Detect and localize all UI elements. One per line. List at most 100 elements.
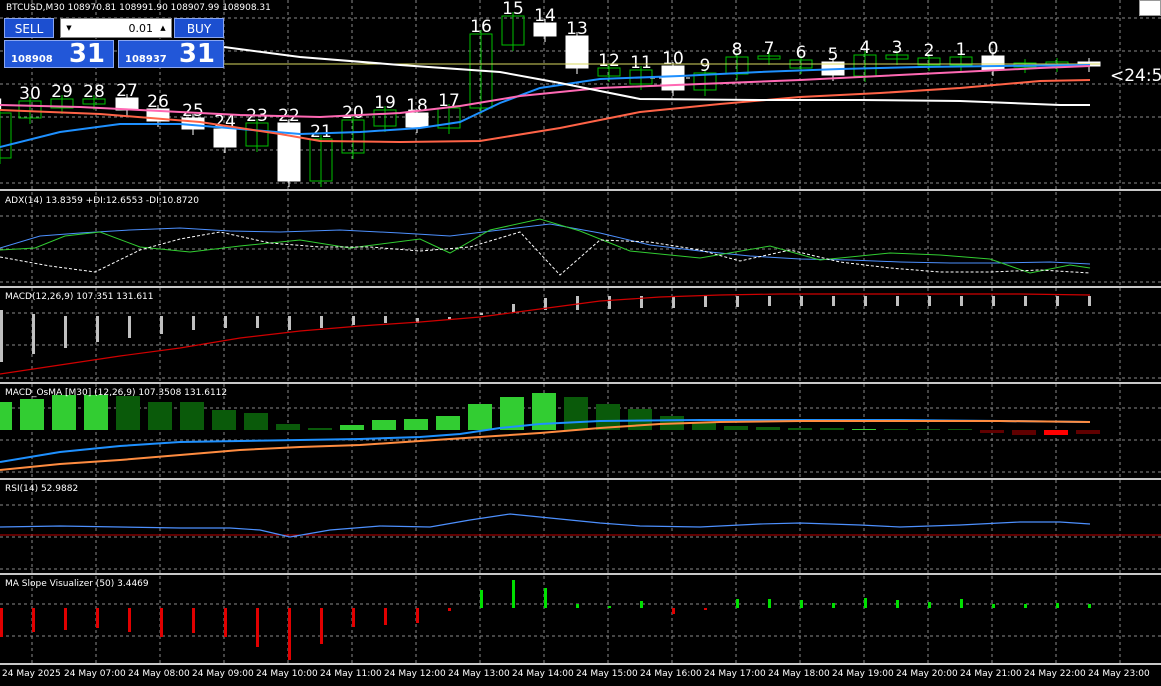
osma-histogram-bar (948, 429, 972, 430)
macd-histogram-bar (960, 296, 963, 306)
ma-slope-bar (384, 608, 387, 625)
ma-slope-bar (96, 608, 99, 628)
ma-slope-bar (1024, 604, 1027, 608)
time-axis-label: 24 May 13:00 (448, 669, 510, 679)
macd-histogram-bar (1056, 296, 1059, 306)
osma-histogram-bar (756, 427, 780, 430)
candle-countdown-label: 4 (860, 38, 871, 58)
macd-histogram-bar (32, 314, 35, 354)
time-axis-label: 24 May 23:00 (1088, 669, 1150, 679)
candle-countdown-label: 2 (924, 41, 935, 61)
time-axis-label: 24 May 21:00 (960, 669, 1022, 679)
di-minus-line (0, 231, 1091, 276)
ma-slope-bar (544, 588, 547, 608)
osma-histogram-bar (52, 395, 76, 430)
triangle-down-icon[interactable]: ▼ (62, 19, 76, 37)
buy-price-pips: 31 (178, 39, 215, 69)
osma-histogram-bar (1076, 430, 1100, 434)
candle-countdown-label: 10 (662, 49, 684, 69)
candle-countdown-label: 27 (116, 81, 138, 101)
ma-slope-bar (1088, 604, 1091, 608)
candle-countdown-label: 0 (988, 39, 999, 59)
ma-slope-bar (800, 600, 803, 608)
symbol-title: BTCUSD,M30 108970.81 108991.90 108907.99… (6, 3, 271, 13)
candle-countdown-label: 19 (374, 93, 396, 113)
osma-histogram-bar (84, 395, 108, 430)
time-axis-label: 24 May 14:00 (512, 669, 574, 679)
ma-slope-bar (128, 608, 131, 632)
time-axis-label: 24 May 18:00 (768, 669, 830, 679)
time-axis-label: 24 May 15:00 (576, 669, 638, 679)
time-axis-label: 24 May 11:00 (320, 669, 382, 679)
time-axis-label: 24 May 08:00 (128, 669, 190, 679)
ma-slope-bar (672, 608, 675, 614)
candle-countdown-label: 15 (502, 0, 524, 19)
osma-histogram-bar (564, 397, 588, 430)
time-axis-label: 24 May 10:00 (256, 669, 318, 679)
macd-histogram-bar (256, 316, 259, 328)
candle-countdown-label: 25 (182, 101, 204, 121)
ma-slope-bar (480, 590, 483, 608)
ma-slope-bar (992, 604, 995, 608)
time-axis-label: 24 May 20:00 (896, 669, 958, 679)
osma-histogram-bar (916, 429, 940, 430)
osma-histogram-bar (404, 419, 428, 430)
close-chart-button[interactable] (1139, 0, 1161, 16)
ma-slope-bar (608, 606, 611, 608)
macd-histogram-bar (224, 316, 227, 328)
time-axis-label: 24 May 07:00 (64, 669, 126, 679)
candle-countdown-label: 8 (732, 40, 743, 60)
osma-histogram-bar (308, 428, 332, 430)
sell-price-prefix: 108908 (11, 54, 53, 65)
osma-histogram-bar (1012, 430, 1036, 435)
macd-histogram-bar (832, 296, 835, 306)
osma-histogram-bar (884, 429, 908, 430)
time-axis-label: 24 May 19:00 (832, 669, 894, 679)
ma-slope-bar (1056, 603, 1059, 608)
candle-countdown-label: 29 (51, 82, 73, 102)
candle-countdown-label: 12 (598, 51, 620, 71)
ma-slope-bar (416, 608, 419, 623)
candle-countdown-label: 26 (147, 92, 169, 112)
osma-histogram-bar (852, 429, 876, 430)
triangle-up-icon[interactable]: ▲ (156, 19, 170, 37)
buy-price-prefix: 108937 (125, 54, 167, 65)
ma-slope-bar (288, 608, 291, 660)
candle-countdown-label: 1 (956, 40, 967, 60)
ma-slope-bar (832, 603, 835, 608)
macd-histogram-bar (608, 296, 611, 309)
candle-countdown-label: 28 (83, 82, 105, 102)
buy-price[interactable]: 108937 31 (118, 39, 224, 69)
macd-histogram-bar (320, 316, 323, 328)
macd-histogram-bar (480, 313, 483, 315)
ma-slope-bar (32, 608, 35, 632)
lot-size-field[interactable]: ▼ ▲ (60, 18, 172, 38)
ma-slope-bar (0, 608, 3, 637)
buy-button[interactable]: BUY (174, 18, 224, 38)
osma-histogram-bar (1044, 430, 1068, 435)
candle-countdown-label: 5 (828, 45, 839, 65)
macd-title: MACD(12,26,9) 107.351 131.611 (5, 292, 154, 302)
lot-size-input[interactable] (77, 20, 153, 36)
macd-histogram-bar (352, 316, 355, 325)
ma-slope-bar (864, 598, 867, 608)
ma-slope-bar (192, 608, 195, 633)
candle-countdown-label: 11 (630, 53, 652, 73)
bar-countdown: <24:5 (1110, 66, 1161, 86)
di-plus-line (0, 218, 1091, 274)
macd-histogram-bar (736, 296, 739, 307)
chart-area[interactable]: 1302928272625242322212019181716151413121… (0, 0, 1161, 686)
macd-histogram-bar (864, 296, 867, 306)
osma-histogram-bar (372, 420, 396, 430)
macd-histogram-bar (1088, 296, 1091, 306)
osma-histogram-bar (244, 413, 268, 430)
sell-button[interactable]: SELL (4, 18, 54, 38)
osma-histogram-bar (148, 402, 172, 430)
osma-histogram-bar (340, 425, 364, 430)
sell-price[interactable]: 108908 31 (4, 39, 114, 69)
candle-countdown-label: 6 (796, 43, 807, 63)
macd-histogram-bar (288, 316, 291, 330)
macd-histogram-bar (928, 296, 931, 306)
macd-histogram-bar (64, 316, 67, 348)
ma-slope-bar (928, 602, 931, 608)
